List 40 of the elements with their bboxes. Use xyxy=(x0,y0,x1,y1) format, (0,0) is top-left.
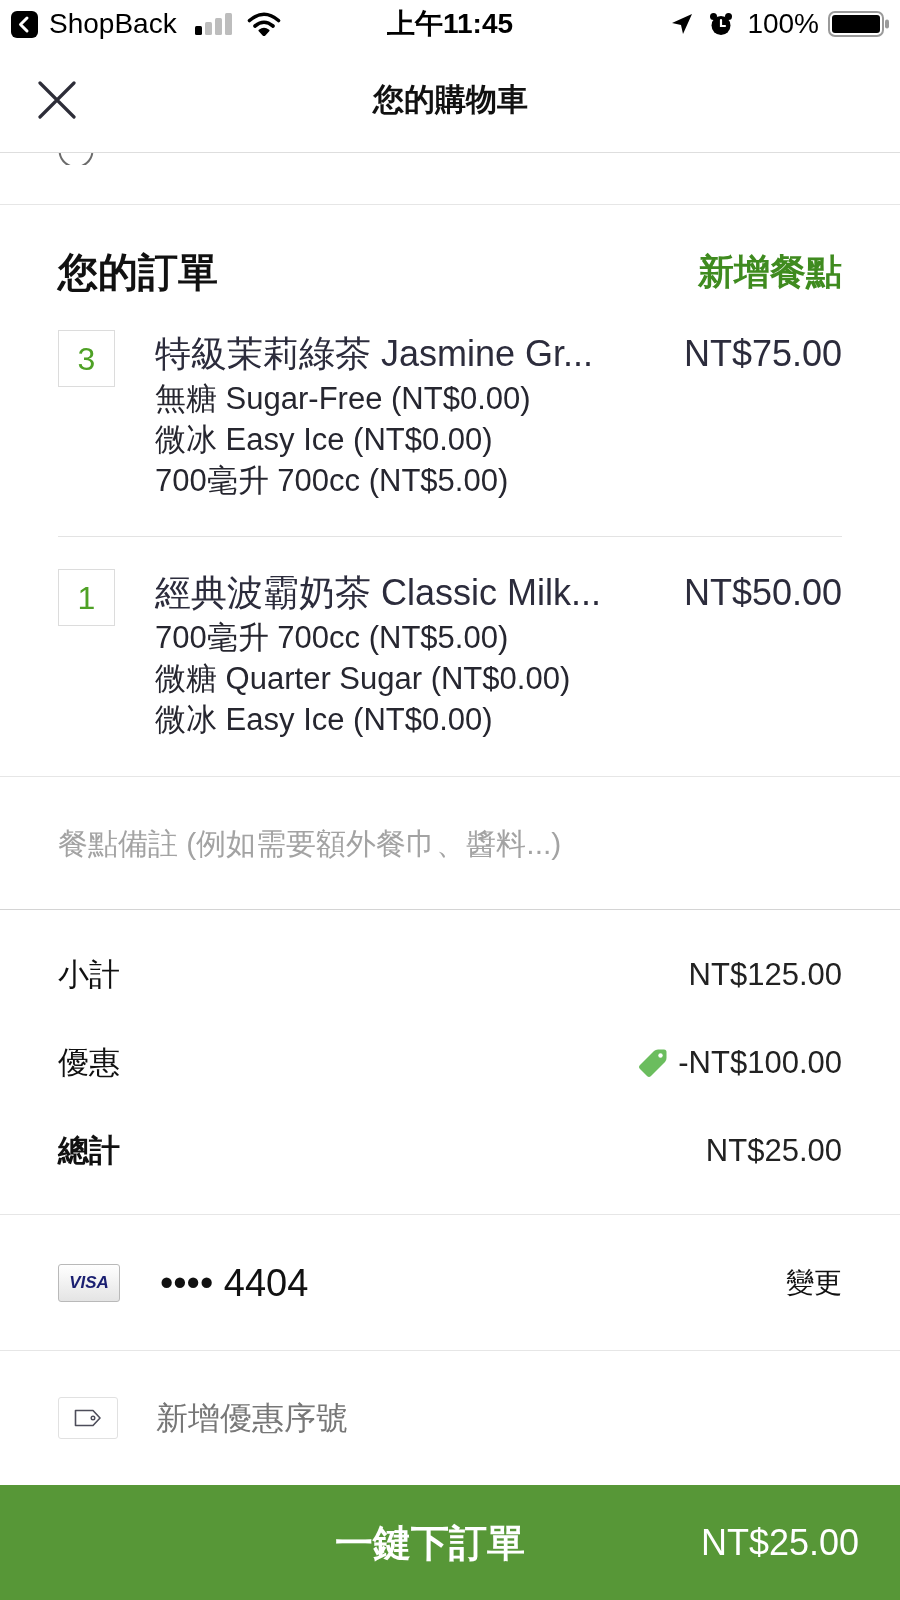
card-brand-badge: VISA xyxy=(58,1263,120,1302)
battery-icon xyxy=(828,11,889,37)
item-option: 微冰 Easy Ice (NT$0.00) xyxy=(155,699,493,740)
change-payment-link[interactable]: 變更 xyxy=(786,1264,842,1301)
close-icon xyxy=(38,81,76,119)
item-price: NT$75.00 xyxy=(683,332,842,376)
wifi-icon xyxy=(246,12,281,36)
card-number: •••• 4404 xyxy=(160,1260,309,1305)
total-label: 總計 xyxy=(58,1131,120,1170)
signal-strength-icon xyxy=(194,13,233,35)
item-option: 700毫升 700cc (NT$5.00) xyxy=(155,460,509,501)
alarm-clock-icon xyxy=(709,12,734,36)
discount-label: 優惠 xyxy=(58,1043,120,1082)
item-name: 特級茉莉綠茶 Jasmine Gr... xyxy=(155,332,594,376)
total-value: NT$25.00 xyxy=(705,1131,842,1170)
add-items-link[interactable]: 新增餐點 xyxy=(698,250,842,294)
page-title: 您的購物車 xyxy=(372,81,528,119)
location-arrow-icon xyxy=(671,13,694,35)
item-option: 700毫升 700cc (NT$5.00) xyxy=(155,617,509,658)
close-button[interactable] xyxy=(38,81,76,119)
back-app-label[interactable]: ShopBack xyxy=(49,8,177,40)
clock-time: 上午11:45 xyxy=(386,8,514,40)
subtotal-label: 小計 xyxy=(58,955,120,994)
discount-value: -NT$100.00 xyxy=(678,1043,842,1082)
order-total-price: NT$25.00 xyxy=(700,1520,859,1565)
item-price: NT$50.00 xyxy=(683,571,842,615)
battery-percentage: 100% xyxy=(747,8,819,40)
order-notes-field[interactable]: 餐點備註 (例如需要額外餐巾、醬料...) xyxy=(58,821,842,865)
item-option: 無糖 Sugar-Free (NT$0.00) xyxy=(155,378,531,419)
quantity-selector[interactable]: 3 xyxy=(58,330,115,387)
add-promo-code-button[interactable]: 新增優惠序號 xyxy=(0,1351,900,1485)
order-heading: 您的訂單 xyxy=(58,249,218,296)
tag-icon xyxy=(58,1397,118,1439)
back-chevron-icon[interactable] xyxy=(11,10,38,38)
place-order-button[interactable]: 一鍵下訂單 NT$25.00 xyxy=(0,1485,900,1600)
item-option: 微冰 Easy Ice (NT$0.00) xyxy=(155,419,493,460)
quantity-selector[interactable]: 1 xyxy=(58,569,115,626)
item-option: 微糖 Quarter Sugar (NT$0.00) xyxy=(155,658,571,699)
subtotal-value: NT$125.00 xyxy=(688,955,842,994)
item-name: 經典波霸奶茶 Classic Milk... xyxy=(155,571,601,615)
